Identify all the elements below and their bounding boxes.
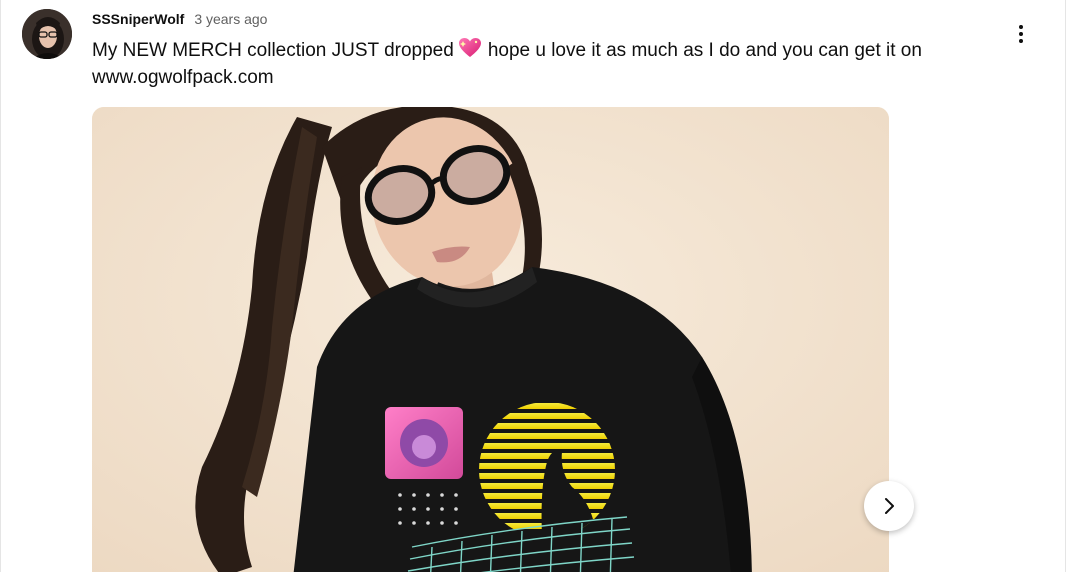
chevron-right-icon [885,498,894,514]
post-text: My NEW MERCH collection JUST dropped hope… [92,37,992,91]
post-text-part-1: My NEW MERCH collection JUST dropped [92,40,454,61]
more-actions-button[interactable] [1001,14,1041,54]
channel-name[interactable]: SSSniperWolf [92,11,184,27]
post-header: SSSniperWolf 3 years ago [92,11,267,27]
community-post: SSSniperWolf 3 years ago My NEW MERCH co… [0,0,1066,572]
sparkling-heart-icon [458,37,482,59]
more-vert-icon [1019,25,1023,43]
post-timestamp[interactable]: 3 years ago [194,11,267,27]
post-photo [92,107,889,572]
avatar-image [22,9,72,59]
channel-avatar[interactable] [22,9,72,59]
next-image-button[interactable] [864,481,914,531]
post-image[interactable] [92,107,889,572]
